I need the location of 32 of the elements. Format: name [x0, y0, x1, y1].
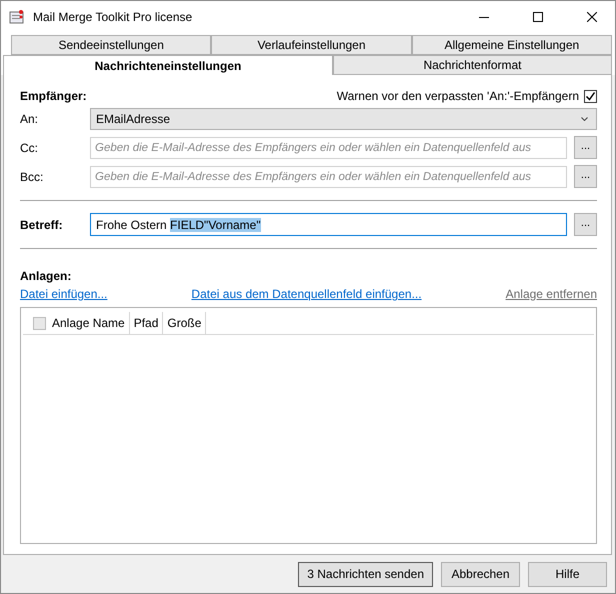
section-heading: Empfänger: — [20, 89, 87, 103]
checkbox-label: Warnen vor den verpassten 'An:'-Empfängern — [336, 89, 579, 103]
column-header[interactable]: Anlage Name — [23, 312, 130, 334]
app-icon — [9, 9, 25, 25]
column-header[interactable]: Große — [163, 312, 206, 334]
browse-button[interactable]: ... — [574, 213, 597, 236]
dialog-button[interactable]: Hilfe — [528, 562, 607, 586]
field-label: Betreff: — [20, 218, 64, 232]
tab[interactable]: Sendeeinstellungen — [11, 35, 212, 55]
dialog-button[interactable]: 3 Nachrichten senden — [298, 562, 433, 586]
browse-button[interactable]: ... — [574, 165, 597, 188]
checkbox[interactable] — [584, 90, 597, 102]
tab[interactable]: Allgemeine Einstellungen — [412, 35, 612, 55]
field-label: An: — [20, 112, 40, 126]
tab[interactable]: Nachrichtenformat — [333, 55, 612, 75]
link[interactable]: Datei einfügen... — [20, 287, 108, 301]
window-title: Mail Merge Toolkit Pro license — [33, 10, 194, 24]
chevron-icon — [581, 117, 588, 121]
section-heading: Anlagen: — [20, 269, 72, 283]
tab[interactable]: Verlaufeinstellungen — [211, 35, 412, 55]
link[interactable]: Datei aus dem Datenquellenfeld einfügen... — [191, 287, 422, 301]
column-header[interactable]: Pfad — [130, 312, 164, 334]
field-label: Cc: — [20, 140, 39, 154]
dialog-button[interactable]: Abbrechen — [441, 562, 520, 586]
to-dropdown[interactable]: EMailAdresse — [90, 108, 597, 130]
browse-button[interactable]: ... — [574, 136, 597, 159]
subject-field[interactable]: Frohe Ostern FIELD"Vorname" — [90, 213, 567, 236]
cc-field[interactable]: Geben die E-Mail-Adresse des Empfängers ein oder wählen ein Datenquellenfeld aus — [90, 136, 567, 158]
tab[interactable]: Nachrichteneinstellungen — [3, 55, 333, 76]
bcc-field[interactable]: Geben die E-Mail-Adresse des Empfängers ein oder wählen ein Datenquellenfeld aus — [90, 166, 567, 188]
checkbox[interactable] — [33, 316, 46, 330]
field-label: Bcc: — [20, 170, 44, 184]
